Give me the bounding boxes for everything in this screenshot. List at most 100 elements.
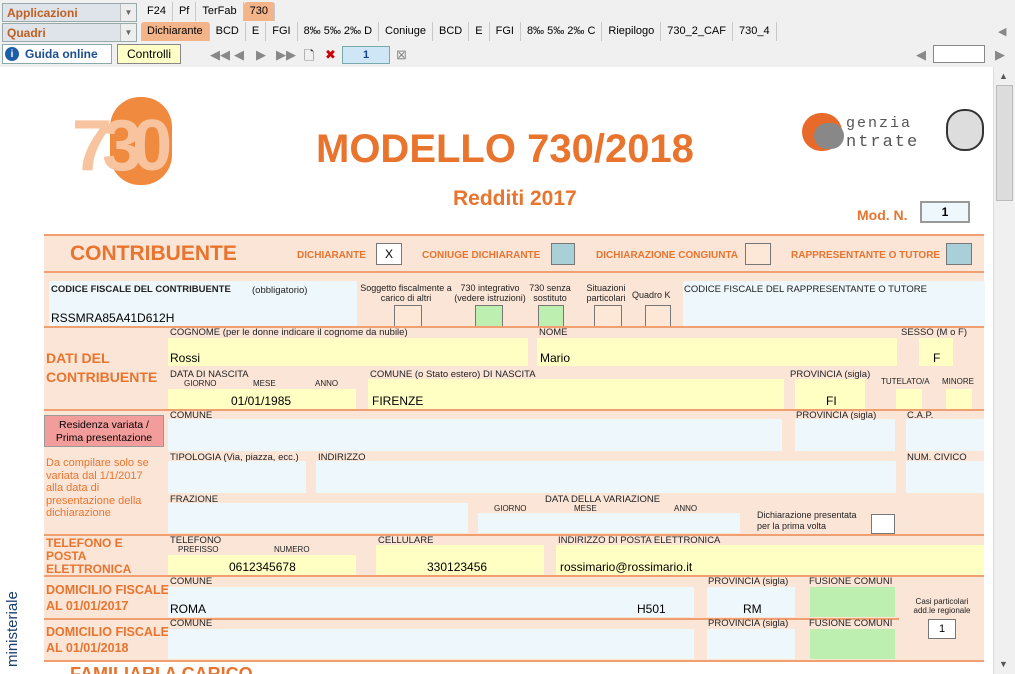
scroll-up-icon[interactable]: ▲ — [999, 71, 1008, 81]
applicazioni-dropdown[interactable]: Applicazioni ▼ — [2, 2, 137, 22]
domicilio-2017-provincia-value: RM — [743, 602, 762, 616]
nascita-mese-label: MESE — [253, 379, 276, 388]
comune-residenza-field[interactable] — [168, 419, 782, 451]
scroll-down-icon[interactable]: ▼ — [999, 659, 1008, 669]
domicilio-2018-title-2: AL 01/01/2018 — [46, 641, 129, 655]
tab-coniuge[interactable]: Coniuge — [379, 22, 434, 41]
top-tabs: F24 Pf TerFab 730 — [141, 2, 275, 22]
domicilio-2018-provincia-field[interactable] — [707, 629, 795, 659]
mod-number-field[interactable]: 1 — [920, 201, 970, 223]
domicilio-2017-fusione-field[interactable] — [810, 587, 895, 617]
tab-fgi-coniuge[interactable]: FGI — [490, 22, 521, 41]
tutelato-checkbox[interactable] — [896, 389, 922, 409]
tab-8-5-2-c[interactable]: 8‰ 5‰ 2‰ C — [521, 22, 603, 41]
sesso-value: F — [933, 351, 941, 365]
730-logo: 730 — [72, 93, 197, 193]
casi-particolari-field[interactable]: 1 — [928, 619, 956, 639]
last-page-icon[interactable]: ▶▶ — [276, 47, 296, 63]
tab-8-5-2-d[interactable]: 8‰ 5‰ 2‰ D — [298, 22, 380, 41]
frazione-label: FRAZIONE — [170, 494, 219, 505]
cognome-field[interactable] — [168, 338, 528, 366]
nome-field[interactable] — [537, 338, 897, 366]
nome-label: NOME — [539, 327, 568, 338]
senza-sostituto-field[interactable] — [538, 305, 564, 327]
guida-online-button[interactable]: i Guida online — [2, 44, 112, 64]
cf-value: RSSMRA85A41D612H — [51, 311, 175, 325]
integrativo-field[interactable] — [475, 305, 503, 327]
domicilio-2017-comune-label: COMUNE — [170, 576, 213, 587]
numero-label: NUMERO — [274, 545, 310, 554]
mod-label: Mod. N. — [857, 207, 908, 223]
situazioni-label: Situazioni particolari — [586, 283, 626, 303]
dichiarante-checkbox[interactable]: X — [376, 243, 402, 265]
provincia-residenza-label: PROVINCIA (sigla) — [796, 410, 877, 421]
scrollbar-thumb[interactable] — [996, 85, 1013, 201]
frazione-field[interactable] — [168, 503, 468, 533]
email-value: rossimario@rossimario.it — [560, 560, 693, 574]
tab-e[interactable]: E — [246, 22, 267, 41]
chevron-down-icon[interactable]: ▼ — [120, 3, 136, 21]
indirizzo-field[interactable] — [316, 461, 896, 493]
prev-page-icon[interactable]: ◀ — [234, 47, 244, 63]
tab-bcd-coniuge[interactable]: BCD — [433, 22, 470, 41]
chevron-down-icon[interactable]: ▼ — [120, 23, 136, 41]
minore-checkbox[interactable] — [946, 389, 972, 409]
controlli-button[interactable]: Controlli — [117, 44, 181, 64]
tab-730[interactable]: 730 — [243, 2, 275, 21]
tipologia-field[interactable] — [168, 461, 306, 493]
delete-page-icon[interactable]: ✖ — [325, 47, 336, 63]
tab-dichiarante[interactable]: Dichiarante — [141, 22, 210, 41]
prefisso-label: PREFISSO — [178, 545, 219, 554]
tab-730-2-caf[interactable]: 730_2_CAF — [661, 22, 733, 41]
page-subtitle: Redditi 2017 — [453, 187, 577, 210]
tabs-scroll-left-icon[interactable]: ◀ — [998, 25, 1006, 38]
tab-riepilogo[interactable]: Riepilogo — [602, 22, 662, 41]
page-title: MODELLO 730/2018 — [316, 127, 694, 171]
domicilio-2018-comune-field[interactable] — [168, 629, 694, 659]
coniuge-checkbox[interactable] — [551, 243, 575, 265]
agenzia-line1: genzia — [846, 115, 913, 132]
next-page-icon[interactable]: ▶ — [256, 47, 266, 63]
tab-bcd[interactable]: BCD — [210, 22, 246, 41]
tab-e-coniuge[interactable]: E — [469, 22, 490, 41]
rappresentante-checkbox[interactable] — [946, 243, 972, 265]
quadri-dropdown[interactable]: Quadri ▼ — [2, 22, 137, 42]
first-page-icon[interactable]: ◀◀ — [210, 47, 230, 63]
tab-terfab[interactable]: TerFab — [196, 2, 244, 21]
soggetto-checkbox[interactable] — [394, 305, 422, 327]
tab-730-4[interactable]: 730_4 — [733, 22, 777, 41]
cf-label: CODICE FISCALE DEL CONTRIBUENTE — [51, 284, 231, 295]
var-giorno-label: GIORNO — [494, 504, 527, 513]
domicilio-2017-comune-field[interactable] — [168, 587, 694, 617]
search-field[interactable] — [933, 45, 985, 63]
tab-pf[interactable]: Pf — [173, 2, 197, 21]
scroll-left-icon[interactable]: ◀ — [916, 47, 926, 63]
vertical-scrollbar[interactable]: ▲ ▼ — [993, 67, 1015, 674]
guida-online-label: Guida online — [25, 47, 98, 61]
new-page-icon[interactable]: 🗋 — [304, 47, 314, 69]
sesso-label: SESSO (M o F) — [901, 327, 967, 338]
data-variazione-field[interactable] — [478, 513, 740, 533]
prima-volta-label: Dichiarazione presentata per la prima vo… — [757, 510, 857, 531]
provincia-residenza-field[interactable] — [795, 419, 895, 451]
domicilio-2018-provincia-label: PROVINCIA (sigla) — [708, 618, 789, 629]
quadro-k-checkbox[interactable] — [645, 305, 671, 327]
page-number[interactable]: 1 — [342, 46, 390, 64]
domicilio-2017-provincia-label: PROVINCIA (sigla) — [708, 576, 789, 587]
tab-f24[interactable]: F24 — [141, 2, 173, 21]
domicilio-2018-fusione-field[interactable] — [810, 629, 895, 659]
prima-volta-checkbox[interactable] — [871, 514, 895, 534]
cap-field[interactable] — [906, 419, 984, 451]
civico-label: NUM. CIVICO — [907, 452, 967, 463]
cellulare-value: 330123456 — [427, 560, 488, 574]
situazioni-field[interactable] — [594, 305, 622, 327]
close-page-icon[interactable]: ⊠ — [396, 47, 407, 63]
comune-nascita-field[interactable] — [368, 379, 784, 409]
minore-label: MINORE — [942, 377, 974, 386]
tab-fgi[interactable]: FGI — [266, 22, 298, 41]
congiunta-checkbox[interactable] — [745, 243, 771, 265]
scroll-right-icon[interactable]: ▶ — [995, 47, 1005, 63]
applicazioni-label: Applicazioni — [3, 3, 120, 21]
residenza-variata-button[interactable]: Residenza variata / Prima presentazione — [44, 415, 164, 447]
civico-field[interactable] — [906, 461, 984, 493]
